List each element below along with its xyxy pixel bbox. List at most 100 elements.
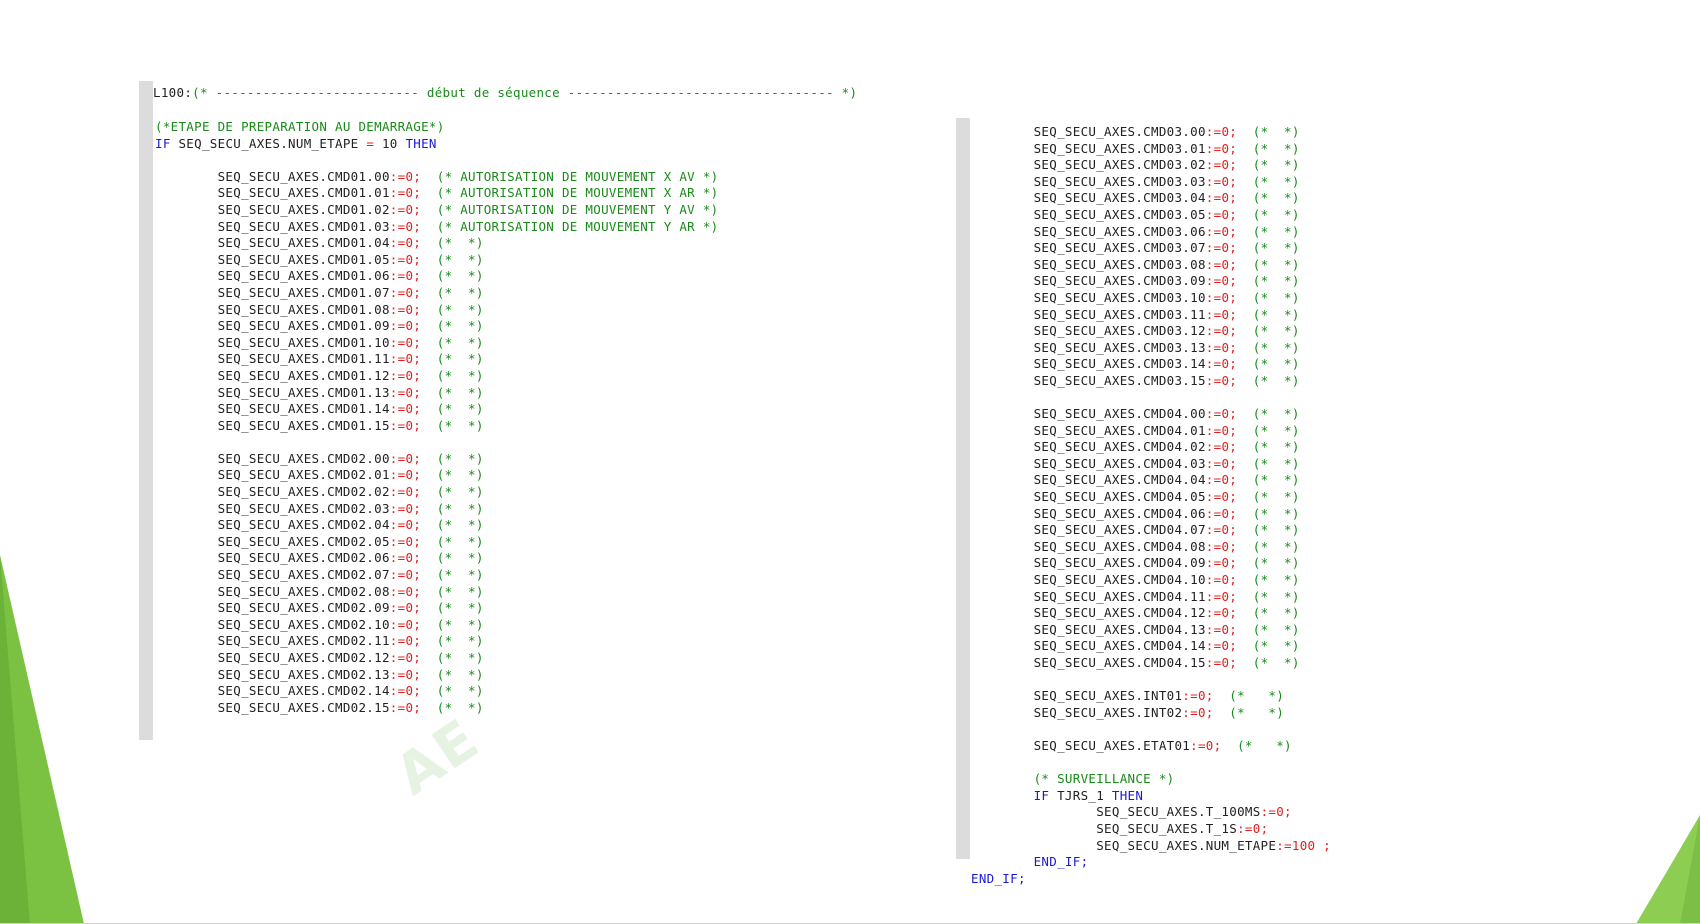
assignment-operator: := [1205, 406, 1222, 422]
assignment-value: 0; [1221, 223, 1238, 239]
surveillance-line: (* SURVEILLANCE *) [971, 771, 1331, 788]
assignment-comment: (* *) [436, 500, 484, 516]
etat-assignments: SEQ_SECU_AXES.ETAT01:=0; (* *) [971, 738, 1331, 755]
assignment-variable: SEQ_SECU_AXES.CMD01.08 [217, 301, 390, 317]
assignment-value: 0; [1221, 572, 1238, 588]
assignment-operator: := [389, 500, 406, 516]
code-line: SEQ_SECU_AXES.CMD02.15:=0; (* *) [155, 700, 718, 717]
right-green-triangle [1636, 815, 1700, 924]
assignment-variable: SEQ_SECU_AXES.CMD01.11 [217, 351, 390, 367]
step-label: L100 [153, 85, 185, 100]
assignment-value: 0; [1221, 472, 1238, 488]
code-line: SEQ_SECU_AXES.CMD02.09:=0; (* *) [155, 600, 718, 617]
step-comment: (*ETAPE DE PREPARATION AU DEMARRAGE*) [155, 119, 445, 134]
code-line: SEQ_SECU_AXES.CMD01.06:=0; (* *) [155, 268, 718, 285]
assignment-comment: (* *) [1252, 489, 1300, 505]
assignment-comment: (* *) [1252, 140, 1300, 156]
code-line: SEQ_SECU_AXES.CMD04.02:=0; (* *) [971, 439, 1331, 456]
assignment-operator: := [1205, 173, 1222, 189]
assignment-comment: (* *) [1252, 621, 1300, 637]
assignment-operator: := [389, 268, 406, 284]
assignment-operator: := [389, 633, 406, 649]
code-line: SEQ_SECU_AXES.CMD03.07:=0; (* *) [971, 240, 1331, 257]
assignment-comment: (* *) [436, 334, 484, 350]
code-line: SEQ_SECU_AXES.CMD03.09:=0; (* *) [971, 273, 1331, 290]
assignment-value: 0; [1221, 190, 1238, 206]
assignment-value: 0; [405, 284, 422, 300]
assignment-operator: := [389, 334, 406, 350]
assignment-comment: (* *) [1229, 704, 1285, 720]
assignment-variable: SEQ_SECU_AXES.CMD01.10 [217, 334, 390, 350]
assignment-value: 0; [1221, 306, 1238, 322]
assignment-operator: := [389, 484, 406, 500]
assignment-comment: (* *) [436, 417, 484, 433]
code-line: SEQ_SECU_AXES.CMD02.02:=0; (* *) [155, 484, 718, 501]
assignment-operator: := [1205, 372, 1222, 388]
watermark: AE [384, 706, 492, 809]
then-keyword: THEN [405, 135, 437, 151]
code-line: SEQ_SECU_AXES.CMD04.06:=0; (* *) [971, 506, 1331, 523]
assignment-variable: SEQ_SECU_AXES.CMD03.01 [1033, 140, 1206, 156]
assignment-operator: := [389, 185, 406, 201]
code-line: SEQ_SECU_AXES.CMD04.11:=0; (* *) [971, 589, 1331, 606]
assignment-operator: := [1205, 588, 1222, 604]
code-line: SEQ_SECU_AXES.CMD01.02:=0; (* AUTORISATI… [155, 201, 719, 219]
assignment-operator: := [1260, 804, 1277, 820]
assignment-value: 0; [1221, 655, 1238, 670]
assignment-comment: (* *) [1252, 190, 1300, 206]
assignment-variable: SEQ_SECU_AXES.CMD04.00 [1033, 406, 1206, 422]
assignment-comment: (* AUTORISATION DE MOUVEMENT X AR *) [436, 185, 719, 201]
assignment-variable: SEQ_SECU_AXES.CMD04.12 [1033, 605, 1206, 621]
code-line: SEQ_SECU_AXES.CMD03.06:=0; (* *) [971, 224, 1331, 241]
left-editor-gutter [139, 81, 153, 740]
assignment-variable: SEQ_SECU_AXES.CMD02.01 [217, 467, 390, 483]
assignment-comment: (* *) [1252, 472, 1300, 488]
assignment-comment: (* AUTORISATION DE MOUVEMENT Y AV *) [436, 201, 719, 217]
assignment-comment: (* *) [1252, 157, 1300, 173]
assignment-comment: (* *) [1252, 555, 1300, 571]
assignment-value: 0; [405, 633, 422, 649]
assignment-operator: := [1205, 140, 1222, 156]
code-line: SEQ_SECU_AXES.CMD02.06:=0; (* *) [155, 550, 718, 567]
assignment-comment: (* *) [1252, 605, 1300, 621]
assignment-comment: (* *) [1252, 406, 1300, 422]
assignment-value: 0; [405, 367, 422, 383]
assignment-value: 0; [1197, 688, 1214, 704]
code-line: SEQ_SECU_AXES.CMD01.10:=0; (* *) [155, 335, 718, 352]
assignment-variable: SEQ_SECU_AXES.CMD04.10 [1033, 572, 1206, 588]
code-line: SEQ_SECU_AXES.CMD01.07:=0; (* *) [155, 285, 718, 302]
assignment-operator: := [389, 616, 406, 632]
assignment-variable: SEQ_SECU_AXES.CMD03.05 [1033, 206, 1206, 222]
assignment-variable: SEQ_SECU_AXES.T_100MS [1096, 804, 1261, 820]
assignment-variable: SEQ_SECU_AXES.T_1S [1096, 820, 1238, 836]
cmd01-assignments: SEQ_SECU_AXES.CMD01.00:=0; (* AUTORISATI… [155, 169, 719, 435]
assignment-operator: := [1205, 555, 1222, 571]
assignment-operator: := [1182, 704, 1198, 720]
assignment-value: 0; [1221, 256, 1238, 272]
assignment-variable: SEQ_SECU_AXES.CMD04.01 [1033, 422, 1206, 438]
if-keyword: IF [155, 135, 171, 151]
assignment-variable: SEQ_SECU_AXES.CMD02.03 [217, 500, 390, 516]
assignment-variable: SEQ_SECU_AXES.CMD03.02 [1033, 157, 1206, 173]
assignment-comment: (* *) [1252, 538, 1300, 554]
assignment-operator: := [1205, 223, 1222, 239]
assignment-comment: (* AUTORISATION DE MOUVEMENT Y AR *) [436, 218, 719, 234]
if-statement-line: IF SEQ_SECU_AXES.NUM_ETAPE = 10 THEN [155, 136, 718, 153]
code-line: SEQ_SECU_AXES.CMD02.08:=0; (* *) [155, 584, 718, 601]
code-line: SEQ_SECU_AXES.CMD01.13:=0; (* *) [155, 385, 718, 402]
code-line: SEQ_SECU_AXES.CMD01.03:=0; (* AUTORISATI… [155, 218, 719, 236]
assignment-operator: := [389, 699, 406, 715]
assignment-operator: := [389, 517, 406, 533]
assignment-variable: SEQ_SECU_AXES.INT02 [1033, 704, 1183, 720]
assignment-comment: (* *) [1252, 455, 1300, 471]
left-code-block: (*ETAPE DE PREPARATION AU DEMARRAGE*) IF… [155, 119, 718, 716]
assignment-value: 0; [405, 185, 422, 201]
assignment-value: 0; [1221, 273, 1238, 289]
code-line: SEQ_SECU_AXES.CMD03.05:=0; (* *) [971, 207, 1331, 224]
code-line: SEQ_SECU_AXES.CMD02.05:=0; (* *) [155, 534, 718, 551]
assignment-comment: (* *) [436, 467, 484, 483]
assignment-operator: := [389, 201, 406, 217]
assignment-variable: SEQ_SECU_AXES.CMD04.09 [1033, 555, 1206, 571]
code-line: SEQ_SECU_AXES.CMD02.11:=0; (* *) [155, 633, 718, 650]
assignment-comment: (* *) [436, 235, 484, 251]
